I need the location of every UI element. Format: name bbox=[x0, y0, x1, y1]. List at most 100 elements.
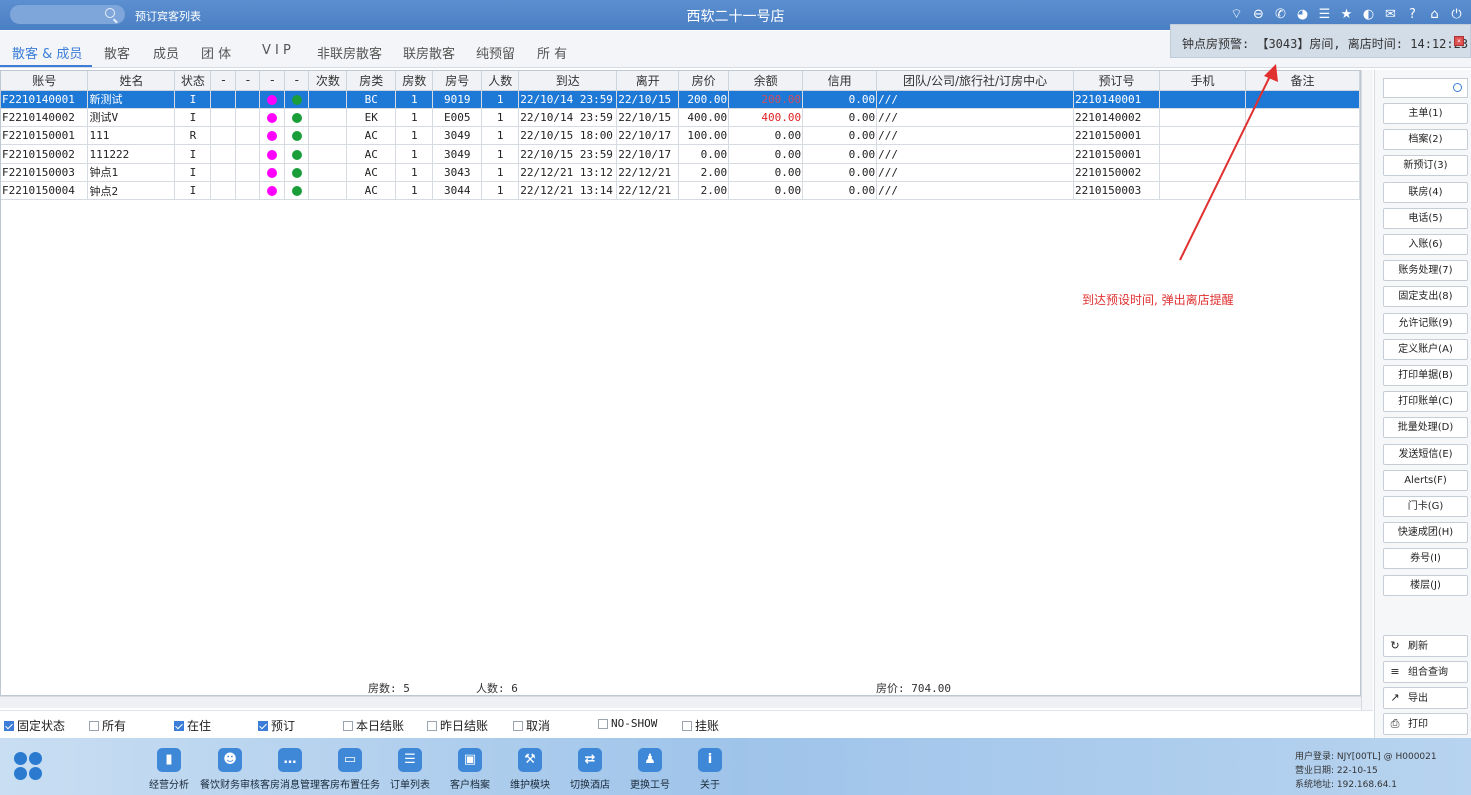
action-button[interactable]: 允许记账(9) bbox=[1383, 312, 1468, 334]
tab-non-linked-fit[interactable]: 非联房散客 bbox=[317, 43, 382, 62]
checkbox-unchecked-icon[interactable] bbox=[89, 720, 99, 731]
action-button[interactable]: 楼层(J) bbox=[1383, 574, 1468, 596]
palette-icon[interactable]: ◕ bbox=[1294, 6, 1311, 23]
column-header[interactable]: 房类 bbox=[346, 71, 397, 91]
filter-checkbox[interactable]: NO-SHOW bbox=[598, 717, 657, 730]
home-icon[interactable]: ⌂ bbox=[1426, 6, 1443, 23]
grid-vertical-scrollbar[interactable] bbox=[1361, 70, 1373, 710]
checkbox-unchecked-icon[interactable] bbox=[598, 718, 608, 729]
wifi-icon[interactable]: ⌔ bbox=[1228, 6, 1245, 23]
checkbox-unchecked-icon[interactable] bbox=[343, 720, 353, 731]
footer-button[interactable]: ▭ 客房布置任务 bbox=[320, 748, 380, 791]
filter-checkbox[interactable]: 预订 bbox=[258, 717, 295, 734]
column-header[interactable]: 房号 bbox=[432, 71, 483, 91]
column-header[interactable]: - bbox=[284, 71, 310, 91]
column-header[interactable]: 人数 bbox=[481, 71, 520, 91]
action-button[interactable]: 电话(5) bbox=[1383, 207, 1468, 229]
phone-icon[interactable]: ✆ bbox=[1272, 6, 1289, 23]
footer-button[interactable]: ▣ 客户档案 bbox=[440, 748, 500, 791]
panel-search-input[interactable] bbox=[1383, 78, 1468, 98]
checkbox-checked-icon[interactable] bbox=[174, 720, 184, 731]
menu-icon[interactable]: ☰ bbox=[1316, 6, 1333, 23]
tab-reserve-only[interactable]: 纯预留 bbox=[476, 43, 515, 62]
column-header[interactable]: - bbox=[235, 71, 261, 91]
tab-vip[interactable]: V I P bbox=[262, 43, 291, 58]
column-header[interactable]: - bbox=[259, 71, 286, 91]
column-header[interactable]: 余额 bbox=[728, 71, 804, 91]
column-header[interactable]: 次数 bbox=[308, 71, 348, 91]
print-button[interactable]: ⎙ 打印 bbox=[1383, 713, 1468, 735]
tab-fit-and-members[interactable]: 散客 & 成员 bbox=[12, 43, 82, 62]
contrast-icon[interactable]: ◐ bbox=[1360, 6, 1377, 23]
action-button[interactable]: 快速成团(H) bbox=[1383, 522, 1468, 544]
column-header[interactable]: 账号 bbox=[1, 71, 89, 91]
footer-button[interactable]: ♟ 更换工号 bbox=[620, 748, 680, 791]
action-button[interactable]: 主单(1) bbox=[1383, 103, 1468, 124]
table-row[interactable]: F2210150003 钟点1 I AC 1 3043 1 22/12/21 13:12 22/… bbox=[1, 163, 1360, 182]
checkbox-checked-icon[interactable] bbox=[258, 720, 268, 731]
action-button[interactable]: 档案(2) bbox=[1383, 129, 1468, 151]
table-row[interactable]: F2210150004 钟点2 I AC 1 3044 1 22/12/21 13:14 22/… bbox=[1, 181, 1360, 201]
column-header[interactable]: 预订号 bbox=[1073, 71, 1160, 91]
column-header[interactable]: 状态 bbox=[174, 71, 212, 91]
mail-icon[interactable]: ✉ bbox=[1382, 6, 1399, 23]
filter-checkbox[interactable]: 取消 bbox=[513, 717, 550, 734]
export-button[interactable]: ↗ 导出 bbox=[1383, 687, 1468, 709]
action-button[interactable]: 打印单据(B) bbox=[1383, 365, 1468, 386]
minus-circle-icon[interactable]: ⊖ bbox=[1250, 6, 1267, 23]
action-button[interactable]: 打印账单(C) bbox=[1383, 391, 1468, 413]
action-button[interactable]: 账务处理(7) bbox=[1383, 260, 1468, 282]
column-header[interactable]: 房数 bbox=[395, 71, 434, 91]
column-header[interactable]: 离开 bbox=[616, 71, 680, 91]
action-button[interactable]: Alerts(F) bbox=[1383, 469, 1468, 491]
filter-checkbox[interactable]: 挂账 bbox=[682, 717, 719, 734]
filter-checkbox[interactable]: 在住 bbox=[174, 717, 211, 734]
footer-button[interactable]: ⚒ 维护模块 bbox=[500, 748, 560, 791]
footer-button[interactable]: i 关于 bbox=[680, 748, 740, 791]
action-button[interactable]: 定义账户(A) bbox=[1383, 338, 1468, 360]
action-button[interactable]: 批量处理(D) bbox=[1383, 417, 1468, 439]
action-button[interactable]: 固定支出(8) bbox=[1383, 286, 1468, 308]
footer-button[interactable]: ☻ 餐饮财务审核 bbox=[200, 748, 260, 791]
checkbox-checked-icon[interactable] bbox=[4, 720, 14, 731]
star-icon[interactable]: ★ bbox=[1338, 6, 1355, 23]
action-button[interactable]: 新预订(3) bbox=[1383, 155, 1468, 177]
table-row[interactable]: F2210140001 新测试 I BC 1 9019 1 22/10/14 23:59 22/… bbox=[1, 90, 1360, 109]
action-button[interactable]: 联房(4) bbox=[1383, 181, 1468, 203]
power-icon[interactable]: ⏻ bbox=[1448, 6, 1465, 23]
footer-button[interactable]: ▮ 经营分析 bbox=[139, 748, 199, 791]
column-header[interactable]: 房价 bbox=[678, 71, 730, 91]
help-icon[interactable]: ? bbox=[1404, 6, 1421, 23]
column-header[interactable]: 信用 bbox=[802, 71, 878, 91]
filter-checkbox[interactable]: 固定状态 bbox=[4, 717, 65, 734]
action-button[interactable]: 门卡(G) bbox=[1383, 496, 1468, 517]
close-icon[interactable]: × bbox=[1454, 36, 1464, 46]
footer-button[interactable]: … 客房消息管理 bbox=[260, 748, 320, 791]
refresh-button[interactable]: ↻ 刷新 bbox=[1383, 635, 1468, 657]
checkbox-unchecked-icon[interactable] bbox=[682, 720, 692, 731]
tab-fit[interactable]: 散客 bbox=[104, 43, 130, 62]
filter-checkbox[interactable]: 昨日结账 bbox=[427, 717, 488, 734]
checkbox-unchecked-icon[interactable] bbox=[427, 720, 437, 731]
table-row[interactable]: F2210150002 111222 I AC 1 3049 1 22/10/15 23:59… bbox=[1, 144, 1360, 164]
table-row[interactable]: F2210150001 111 R AC 1 3049 1 22/10/15 18:00 22/… bbox=[1, 126, 1360, 146]
tab-members[interactable]: 成员 bbox=[153, 43, 179, 62]
app-logo-icon[interactable] bbox=[14, 752, 44, 782]
filter-checkbox[interactable]: 所有 bbox=[89, 717, 126, 734]
footer-button[interactable]: ☰ 订单列表 bbox=[380, 748, 440, 791]
action-button[interactable]: 券号(I) bbox=[1383, 548, 1468, 570]
column-header[interactable]: - bbox=[210, 71, 237, 91]
combined-query-button[interactable]: ≡ 组合查询 bbox=[1383, 661, 1468, 683]
column-header[interactable]: 到达 bbox=[518, 71, 618, 91]
tab-all[interactable]: 所 有 bbox=[537, 43, 567, 62]
tab-linked-fit[interactable]: 联房散客 bbox=[403, 43, 455, 62]
column-header[interactable]: 姓名 bbox=[87, 71, 176, 91]
action-button[interactable]: 发送短信(E) bbox=[1383, 443, 1468, 465]
tab-group[interactable]: 团 体 bbox=[201, 43, 231, 62]
column-header[interactable]: 团队/公司/旅行社/订房中心 bbox=[876, 71, 1075, 91]
footer-button[interactable]: ⇄ 切换酒店 bbox=[560, 748, 620, 791]
grid-horizontal-scrollbar[interactable] bbox=[0, 696, 1361, 708]
table-row[interactable]: F2210140002 测试V I EK 1 E005 1 22/10/14 23:59 22/… bbox=[1, 108, 1360, 128]
filter-checkbox[interactable]: 本日结账 bbox=[343, 717, 404, 734]
action-button[interactable]: 入账(6) bbox=[1383, 234, 1468, 255]
